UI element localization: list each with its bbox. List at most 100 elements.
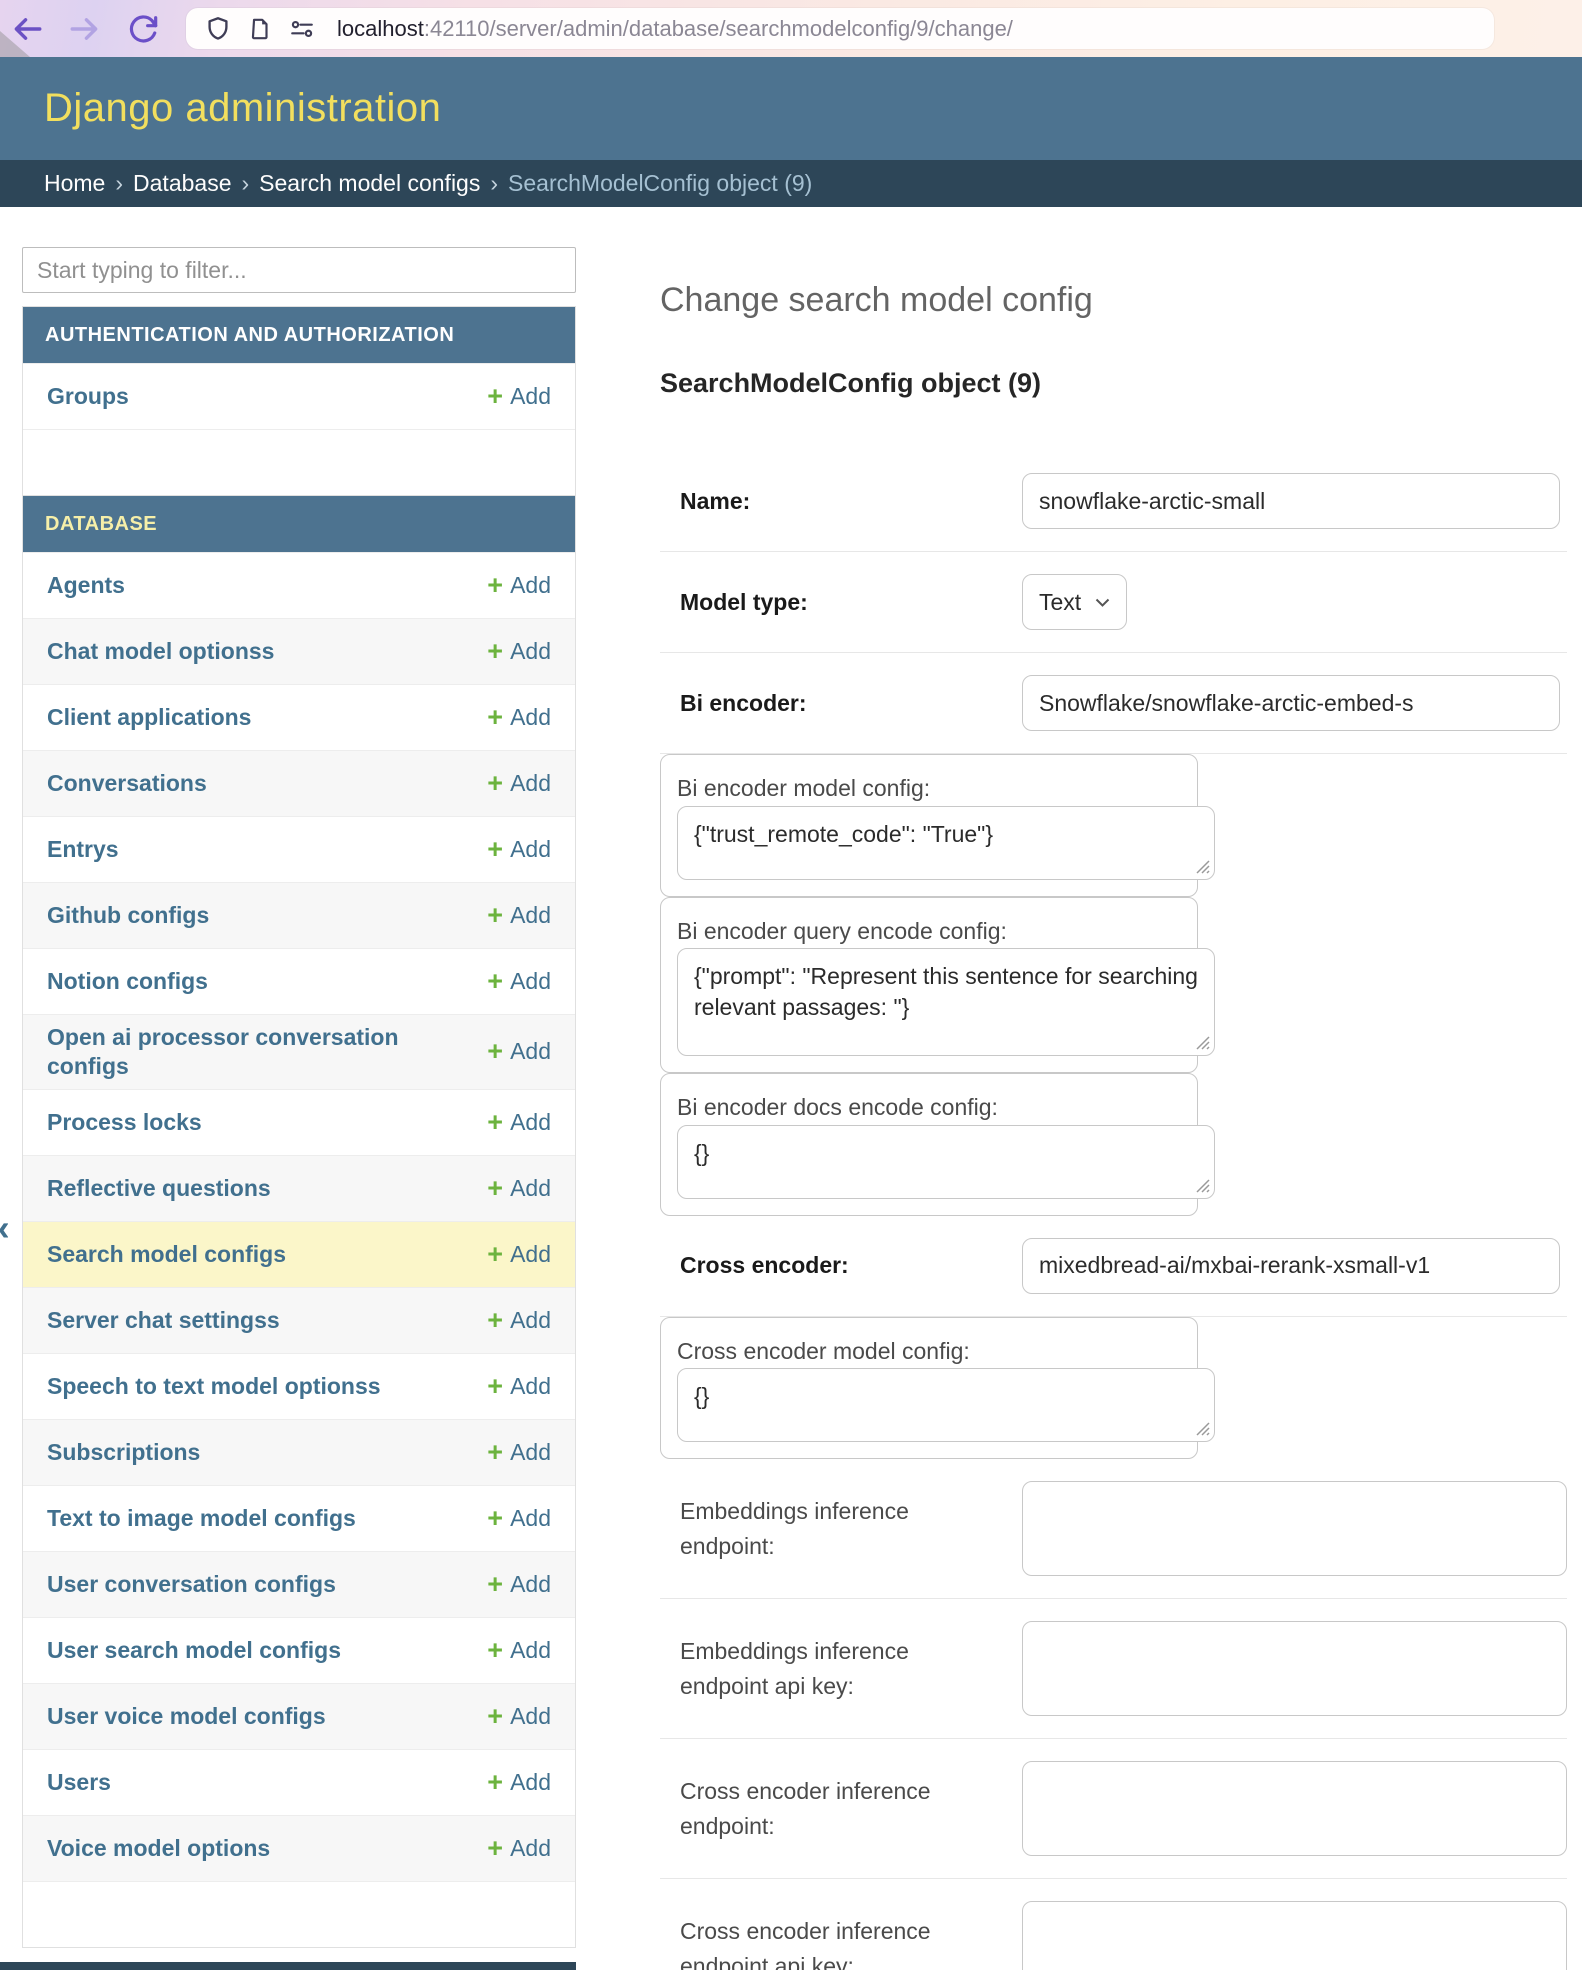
model-link[interactable]: Entrys <box>47 835 119 864</box>
add-link-reflective-questions[interactable]: +Add <box>487 1175 551 1202</box>
add-link-conversations[interactable]: +Add <box>487 770 551 797</box>
model-link[interactable]: Server chat settingss <box>47 1306 280 1335</box>
add-link-user-conversation-configs[interactable]: +Add <box>487 1571 551 1598</box>
add-link-search-model-configs[interactable]: +Add <box>487 1241 551 1268</box>
field-control-bi-encoder-model-config <box>677 806 1181 880</box>
add-link-open-ai-processor-conversation-configs[interactable]: +Add <box>487 1038 551 1065</box>
cross-encoder-model-config-textarea[interactable] <box>677 1368 1215 1442</box>
cross-encoder-inference-endpoint-input[interactable] <box>1022 1761 1567 1856</box>
add-link-entrys[interactable]: +Add <box>487 836 551 863</box>
model-link[interactable]: Notion configs <box>47 967 208 996</box>
plus-icon: + <box>487 1505 503 1532</box>
field-label-cross-encoder-model-config: Cross encoder model config: <box>677 1338 1000 1364</box>
breadcrumb-database[interactable]: Database <box>133 170 231 197</box>
add-link-user-voice-model-configs[interactable]: +Add <box>487 1703 551 1730</box>
sidebar-item-groups[interactable]: Groups +Add <box>23 363 575 429</box>
model-link[interactable]: Voice model options <box>47 1834 270 1863</box>
cross-encoder-input[interactable] <box>1022 1238 1560 1294</box>
add-link-client-applications[interactable]: +Add <box>487 704 551 731</box>
page-icon[interactable] <box>247 16 273 42</box>
model-link[interactable]: Conversations <box>47 769 207 798</box>
add-link-voice-model-options[interactable]: +Add <box>487 1835 551 1862</box>
field-control-name <box>1022 473 1560 529</box>
model-link[interactable]: Github configs <box>47 901 209 930</box>
model-link[interactable]: Agents <box>47 571 125 600</box>
sidebar-item-reflective-questions[interactable]: Reflective questions +Add <box>23 1155 575 1221</box>
sidebar-item-server-chat-settingss[interactable]: Server chat settingss +Add <box>23 1287 575 1353</box>
sidebar-item-user-search-model-configs[interactable]: User search model configs +Add <box>23 1617 575 1683</box>
sidebar-item-chat-model-optionss[interactable]: Chat model optionss +Add <box>23 618 575 684</box>
field-control-bi-encoder <box>1022 675 1560 731</box>
add-link-chat-model-optionss[interactable]: +Add <box>487 638 551 665</box>
bi-encoder-input[interactable] <box>1022 675 1560 731</box>
model-link[interactable]: Text to image model configs <box>47 1504 356 1533</box>
model-type-select[interactable]: Text <box>1022 574 1127 630</box>
add-link-user-search-model-configs[interactable]: +Add <box>487 1637 551 1664</box>
breadcrumb-search-model-configs[interactable]: Search model configs <box>259 170 480 197</box>
model-link[interactable]: Reflective questions <box>47 1174 271 1203</box>
add-link-subscriptions[interactable]: +Add <box>487 1439 551 1466</box>
embeddings-inference-endpoint-api-key-input[interactable] <box>1022 1621 1567 1716</box>
model-link[interactable]: Chat model optionss <box>47 637 274 666</box>
bi-encoder-docs-encode-config-textarea[interactable] <box>677 1125 1215 1199</box>
sidebar-item-text-to-image-model-configs[interactable]: Text to image model configs + Add <box>23 1485 575 1551</box>
plus-icon: + <box>487 1307 503 1334</box>
bi-encoder-query-encode-config-textarea[interactable] <box>677 948 1215 1056</box>
model-link[interactable]: Groups <box>47 382 129 411</box>
add-link-notion-configs[interactable]: +Add <box>487 968 551 995</box>
sidebar-item-conversations[interactable]: Conversations +Add <box>23 750 575 816</box>
sidebar-item-notion-configs[interactable]: Notion configs +Add <box>23 948 575 1014</box>
add-link-github-configs[interactable]: +Add <box>487 902 551 929</box>
sidebar-item-agents[interactable]: Agents +Add <box>23 552 575 618</box>
sidebar-item-speech-to-text-model-optionss[interactable]: Speech to text model optionss +Add <box>23 1353 575 1419</box>
add-link-process-locks[interactable]: +Add <box>487 1109 551 1136</box>
add-link-speech-to-text-model-optionss[interactable]: +Add <box>487 1373 551 1400</box>
sidebar-item-open-ai-processor-conversation-configs[interactable]: Open ai processor conversation configs +A… <box>23 1014 575 1089</box>
model-link[interactable]: User search model configs <box>47 1636 341 1665</box>
sidebar-item-subscriptions[interactable]: Subscriptions +Add <box>23 1419 575 1485</box>
sidebar-item-user-voice-model-configs[interactable]: User voice model configs +Add <box>23 1683 575 1749</box>
sidebar-item-entrys[interactable]: Entrys +Add <box>23 816 575 882</box>
url-bar[interactable]: localhost:42110/server/admin/database/se… <box>186 8 1494 49</box>
add-link-agents[interactable]: +Add <box>487 572 551 599</box>
breadcrumb-home[interactable]: Home <box>44 170 105 197</box>
name-input[interactable] <box>1022 473 1560 529</box>
model-link[interactable]: Search model configs <box>47 1240 286 1269</box>
embeddings-inference-endpoint-input[interactable] <box>1022 1481 1567 1576</box>
add-link-users[interactable]: +Add <box>487 1769 551 1796</box>
sidebar-item-search-model-configs[interactable]: Search model configs +Add <box>23 1221 575 1287</box>
toggles-icon[interactable] <box>288 16 316 42</box>
refresh-button[interactable] <box>122 8 164 50</box>
sidebar-filter-input[interactable] <box>22 247 576 293</box>
shield-icon[interactable] <box>204 15 232 43</box>
sidebar-item-users[interactable]: Users +Add <box>23 1749 575 1815</box>
sidebar-item-client-applications[interactable]: Client applications +Add <box>23 684 575 750</box>
plus-icon: + <box>487 1373 503 1400</box>
model-link[interactable]: Subscriptions <box>47 1438 200 1467</box>
model-link[interactable]: User voice model configs <box>47 1702 326 1731</box>
add-link-groups[interactable]: +Add <box>487 383 551 410</box>
forward-button[interactable] <box>64 8 106 50</box>
add-link-server-chat-settingss[interactable]: +Add <box>487 1307 551 1334</box>
sidebar-collapse-toggle[interactable]: « <box>0 1207 10 1249</box>
add-link-text-to-image-model-configs[interactable]: + Add <box>487 1505 551 1532</box>
model-link[interactable]: Process locks <box>47 1108 202 1137</box>
add-label: Add <box>510 1241 551 1268</box>
sidebar-item-process-locks[interactable]: Process locks +Add <box>23 1089 575 1155</box>
model-link[interactable]: Open ai processor conversation configs <box>47 1023 407 1081</box>
textarea-wrap-bi-encoder-model-config <box>677 806 1215 880</box>
field-label-model-type: Model type: <box>680 585 1022 620</box>
sidebar-item-voice-model-options[interactable]: Voice model options +Add <box>23 1815 575 1881</box>
model-link[interactable]: Users <box>47 1768 111 1797</box>
bi-encoder-model-config-textarea[interactable] <box>677 806 1215 880</box>
site-title[interactable]: Django administration <box>44 86 441 131</box>
model-link[interactable]: User conversation configs <box>47 1570 336 1599</box>
model-link[interactable]: Speech to text model optionss <box>47 1372 381 1401</box>
sidebar-item-user-conversation-configs[interactable]: User conversation configs +Add <box>23 1551 575 1617</box>
add-label: Add <box>510 1505 551 1532</box>
cross-encoder-inference-endpoint-api-key-input[interactable] <box>1022 1901 1567 1970</box>
model-link[interactable]: Client applications <box>47 703 251 732</box>
form-row-bi-encoder-query-encode-config: Bi encoder query encode config: <box>660 897 1198 1074</box>
sidebar-item-github-configs[interactable]: Github configs +Add <box>23 882 575 948</box>
field-control-cross-encoder-inference-endpoint <box>1022 1761 1567 1856</box>
